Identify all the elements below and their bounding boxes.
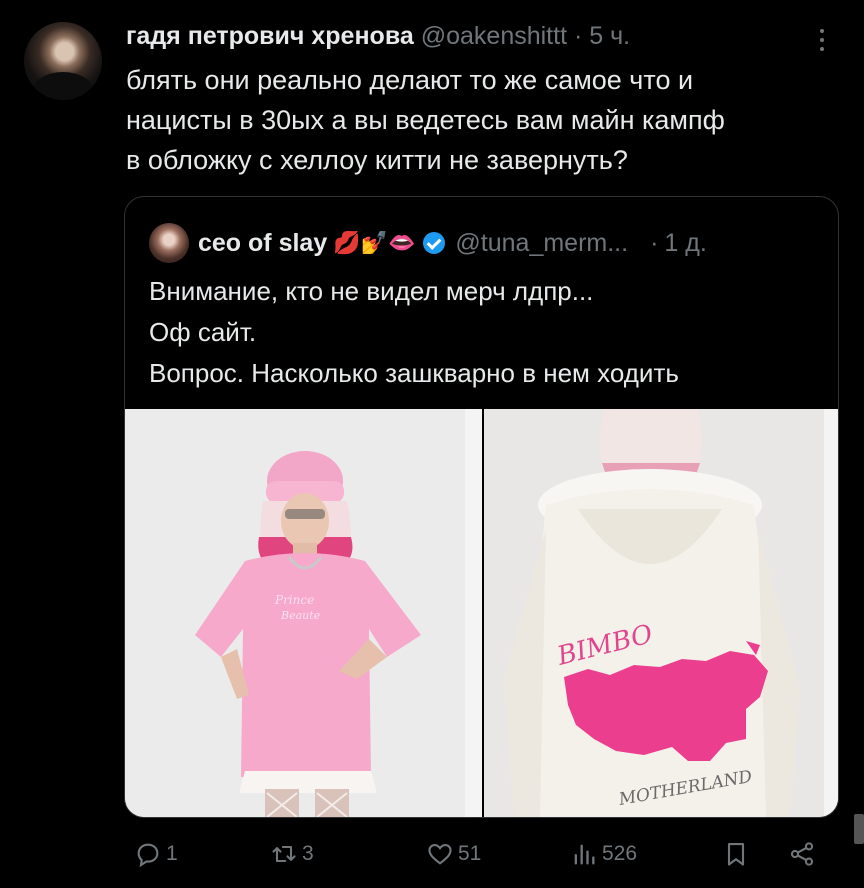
quote-header: ceo of slay 💋💅👄 @tuna_merm... · 1 д. bbox=[149, 223, 707, 263]
tweet-time[interactable]: 5 ч. bbox=[589, 22, 630, 50]
quote-text: Внимание, кто не видел мерч лдпр... Оф с… bbox=[149, 271, 679, 394]
white-hoodie-image: BIMBO MOTHERLAND bbox=[484, 409, 838, 817]
like-button[interactable]: 51 bbox=[426, 840, 481, 868]
like-count: 51 bbox=[458, 842, 482, 865]
quoted-tweet[interactable]: ceo of slay 💋💅👄 @tuna_merm... · 1 д. Вни… bbox=[124, 196, 839, 818]
scrollbar[interactable] bbox=[854, 814, 864, 844]
tweet-text-line: нацисты в 30ых а вы ведетесь вам майн ка… bbox=[126, 105, 725, 135]
bookmark-button[interactable] bbox=[722, 840, 754, 868]
tweet-text-line: в обложку с хеллоу китти не завернуть? bbox=[126, 145, 628, 175]
repost-count: 3 bbox=[302, 842, 314, 865]
pink-tshirt-image: Prince Beaute bbox=[125, 409, 482, 817]
tweet-actions-bar: 1 3 51 526 bbox=[0, 836, 864, 876]
views-chart-icon bbox=[574, 844, 595, 865]
svg-text:Prince: Prince bbox=[274, 593, 314, 607]
quote-author-avatar[interactable] bbox=[149, 223, 189, 263]
author-avatar[interactable] bbox=[24, 22, 102, 100]
tweet-text-line: блять они реально делают то же самое что… bbox=[126, 65, 694, 95]
repost-button[interactable]: 3 bbox=[270, 840, 314, 868]
author-handle[interactable]: @oakenshittt bbox=[421, 22, 567, 50]
svg-text:Beaute: Beaute bbox=[280, 609, 321, 622]
quote-text-line: Оф сайт. bbox=[149, 317, 257, 347]
reply-button[interactable]: 1 bbox=[134, 840, 178, 868]
quote-author-emojis: 💋💅👄 bbox=[333, 230, 416, 255]
reply-icon bbox=[137, 843, 159, 868]
tweet-text: блять они реально делают то же самое что… bbox=[126, 60, 836, 180]
reply-count: 1 bbox=[166, 842, 178, 865]
photo-white-hoodie[interactable]: BIMBO MOTHERLAND bbox=[484, 409, 838, 817]
share-button[interactable] bbox=[788, 840, 820, 868]
repost-icon bbox=[272, 845, 296, 863]
tweet-header: гадя петрович хренова @oakenshittt · 5 ч… bbox=[126, 22, 630, 51]
photo-pink-tshirt[interactable]: Prince Beaute bbox=[125, 409, 482, 817]
quote-author-handle[interactable]: @tuna_merm... bbox=[455, 229, 628, 258]
header-separator: · bbox=[573, 22, 583, 50]
quote-time[interactable]: 1 д. bbox=[664, 229, 706, 258]
author-name[interactable]: гадя петрович хренова bbox=[126, 22, 414, 50]
verified-badge-icon bbox=[423, 232, 446, 254]
media-grid: Prince Beaute BIMBO MOTHERLAND bbox=[125, 409, 838, 817]
share-icon bbox=[790, 842, 814, 866]
more-options-icon[interactable] bbox=[810, 24, 834, 54]
views-button[interactable]: 526 bbox=[570, 840, 637, 868]
views-count: 526 bbox=[602, 842, 638, 865]
quote-text-line: Вопрос. Насколько зашкварно в нем ходить bbox=[149, 358, 679, 388]
quote-text-line: Внимание, кто не видел мерч лдпр... bbox=[149, 276, 594, 306]
heart-icon bbox=[428, 843, 452, 865]
quote-separator: · bbox=[650, 228, 659, 257]
bookmark-icon bbox=[727, 843, 745, 866]
quote-author-name[interactable]: ceo of slay bbox=[198, 229, 327, 258]
